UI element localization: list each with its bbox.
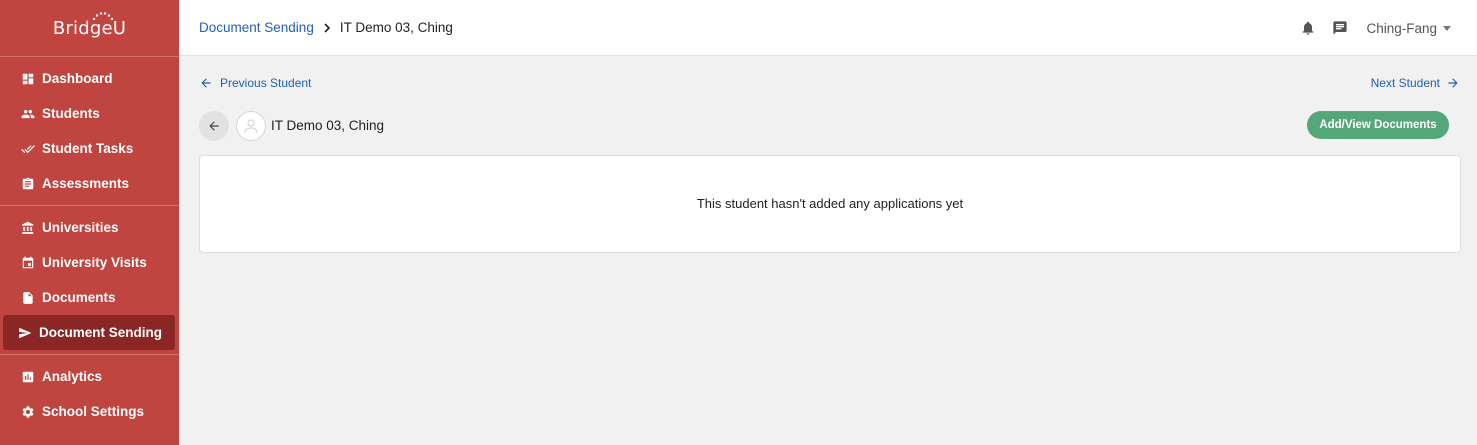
student-name: IT Demo 03, Ching	[271, 118, 385, 133]
back-button[interactable]	[199, 111, 229, 141]
sidebar: BridgeU Dashboard Students Student Tasks…	[0, 0, 179, 445]
breadcrumb-current: IT Demo 03, Ching	[339, 20, 453, 35]
arrow-right-icon	[1448, 78, 1458, 88]
next-student-link[interactable]: Next Student	[1371, 76, 1460, 90]
sidebar-item-label: Universities	[42, 220, 119, 235]
logo-dots-icon	[92, 12, 114, 20]
avatar	[236, 111, 266, 141]
sidebar-item-label: School Settings	[42, 404, 145, 419]
sidebar-item-dashboard[interactable]: Dashboard	[3, 61, 175, 96]
sidebar-item-label: Document Sending	[39, 325, 163, 340]
sidebar-item-label: Assessments	[42, 176, 130, 191]
bar-chart-icon	[21, 370, 35, 384]
next-student-label: Next Student	[1370, 76, 1440, 90]
sidebar-item-label: University Visits	[42, 255, 147, 270]
top-right-controls: Ching-Fang	[1284, 0, 1451, 56]
dashboard-icon	[21, 72, 35, 86]
arrow-left-icon	[201, 78, 211, 88]
user-name: Ching-Fang	[1366, 20, 1437, 36]
sidebar-item-label: Documents	[42, 290, 116, 305]
sidebar-item-university-visits[interactable]: University Visits	[3, 245, 175, 280]
nav-group-settings: Analytics School Settings	[0, 354, 179, 433]
calendar-icon	[21, 256, 35, 270]
people-icon	[21, 107, 35, 121]
sidebar-item-assessments[interactable]: Assessments	[3, 166, 175, 201]
document-icon	[21, 291, 35, 305]
sidebar-item-analytics[interactable]: Analytics	[3, 359, 175, 394]
student-header: IT Demo 03, Ching Add/View Documents	[199, 110, 1460, 142]
message-icon[interactable]	[1332, 20, 1348, 36]
sidebar-item-label: Student Tasks	[42, 141, 134, 156]
sidebar-item-label: Dashboard	[42, 71, 113, 86]
double-check-icon	[21, 142, 35, 156]
sidebar-item-student-tasks[interactable]: Student Tasks	[3, 131, 175, 166]
main-content: Previous Student Next Student IT Demo 03…	[179, 56, 1477, 445]
previous-student-link[interactable]: Previous Student	[199, 76, 311, 90]
logo-text: BridgeU	[52, 17, 127, 39]
sidebar-item-documents[interactable]: Documents	[3, 280, 175, 315]
chevron-right-icon	[323, 22, 331, 33]
sidebar-item-document-sending[interactable]: Document Sending	[3, 315, 175, 350]
bridgeu-logo[interactable]: BridgeU	[0, 0, 179, 56]
empty-state-message: This student hasn't added any applicatio…	[696, 195, 964, 211]
previous-student-label: Previous Student	[220, 76, 312, 90]
clipboard-icon	[21, 177, 35, 191]
sidebar-item-students[interactable]: Students	[3, 96, 175, 131]
bell-icon[interactable]	[1300, 20, 1316, 36]
sidebar-item-label: Analytics	[42, 369, 103, 384]
caret-down-icon	[1443, 25, 1451, 31]
nav-group-universities: Universities University Visits Documents…	[0, 205, 179, 354]
add-view-documents-button[interactable]: Add/View Documents	[1307, 111, 1449, 139]
nav-group-main: Dashboard Students Student Tasks Assessm…	[0, 56, 179, 205]
person-placeholder-icon	[244, 119, 258, 133]
breadcrumb-parent-link[interactable]: Document Sending	[199, 20, 314, 35]
sidebar-item-universities[interactable]: Universities	[3, 210, 175, 245]
university-icon	[21, 221, 35, 235]
gear-icon	[21, 405, 35, 419]
user-menu[interactable]: Ching-Fang	[1366, 21, 1451, 36]
send-icon	[18, 326, 32, 340]
applications-card: This student hasn't added any applicatio…	[199, 155, 1461, 253]
top-bar: Document Sending IT Demo 03, Ching Ching…	[179, 0, 1477, 56]
sidebar-item-school-settings[interactable]: School Settings	[3, 394, 175, 429]
student-pager: Previous Student Next Student	[199, 76, 1460, 92]
sidebar-item-label: Students	[42, 106, 100, 121]
arrow-left-icon	[209, 121, 219, 131]
breadcrumb: Document Sending IT Demo 03, Ching	[199, 20, 453, 35]
